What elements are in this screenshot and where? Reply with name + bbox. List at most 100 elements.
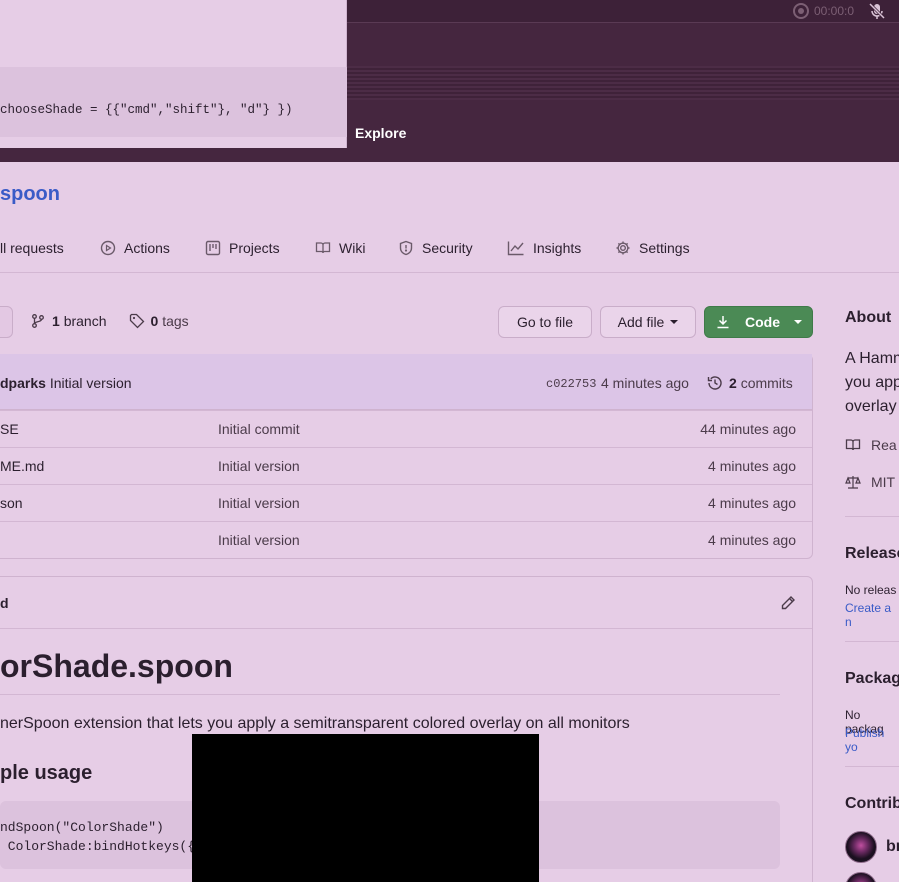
commit-label: commits	[740, 375, 793, 391]
history-icon	[707, 375, 723, 391]
play-circle-icon	[100, 240, 116, 256]
create-release-link[interactable]: Create a n	[845, 601, 899, 629]
record-icon	[793, 3, 809, 19]
readme-file-label: d	[0, 595, 9, 611]
tab-settings[interactable]: Settings	[615, 240, 690, 256]
sidebar-divider	[845, 766, 899, 767]
go-to-file-button[interactable]: Go to file	[498, 306, 592, 338]
tab-label: Insights	[533, 240, 582, 256]
graph-icon	[507, 240, 525, 256]
file-name[interactable]: son	[0, 495, 23, 511]
file-name[interactable]: ME.md	[0, 458, 44, 474]
file-commit-time: 4 minutes ago	[708, 495, 796, 511]
table-row	[0, 447, 812, 484]
shield-icon	[398, 240, 414, 256]
download-icon	[715, 314, 731, 330]
readme-usage-heading: ple usage	[0, 762, 93, 784]
tab-wiki[interactable]: Wiki	[315, 240, 365, 256]
readme-description: nerSpoon extension that lets you apply a…	[0, 715, 630, 732]
add-file-button[interactable]: Add file	[600, 306, 696, 338]
tag-label: tags	[162, 313, 189, 329]
about-title: About	[845, 309, 892, 326]
avatar[interactable]	[845, 872, 877, 882]
about-line: overlay	[845, 398, 897, 415]
popup-code-line: chooseShade = {{"cmd","shift"}, "d"} })	[0, 67, 347, 137]
caret-down-icon	[794, 320, 802, 324]
file-commit-message[interactable]: Initial version	[218, 495, 300, 511]
go-to-file-label: Go to file	[516, 314, 574, 330]
book-icon	[845, 437, 861, 453]
about-description: A Hamm you app overlay	[845, 347, 899, 419]
recording-time: 00:00:0	[814, 4, 855, 18]
branch-count: 1	[52, 313, 60, 329]
gear-icon	[615, 240, 631, 256]
commit-time: 4 minutes ago	[601, 375, 689, 391]
mic-muted-icon[interactable]	[868, 2, 886, 20]
tabs-divider	[0, 272, 899, 273]
releases-title[interactable]: Release	[845, 545, 899, 563]
packages-title[interactable]: Packag	[845, 670, 899, 688]
commit-author[interactable]: dparks	[0, 375, 46, 391]
table-row	[0, 410, 812, 447]
code-label: Code	[745, 314, 780, 330]
file-commit-message[interactable]: Initial version	[218, 532, 300, 548]
tab-label: Projects	[229, 240, 280, 256]
commit-hash[interactable]: c022753	[546, 377, 596, 391]
tag-count: 0	[150, 313, 159, 329]
tag-icon	[129, 313, 145, 329]
book-icon	[315, 240, 331, 256]
tab-projects[interactable]: Projects	[205, 240, 280, 256]
sidebar-divider	[845, 641, 899, 642]
repo-name-link[interactable]: spoon	[0, 183, 60, 206]
tab-security[interactable]: Security	[398, 240, 473, 256]
publish-package-link[interactable]: Publish yo	[845, 726, 899, 754]
recording-indicator[interactable]: 00:00:0	[793, 3, 854, 19]
law-scale-icon	[845, 474, 861, 490]
branch-tag-summary: 1 branch 0 tags	[30, 313, 189, 329]
tab-label: ll requests	[0, 240, 64, 256]
commit-count: 2	[729, 375, 737, 391]
readme-heading: orShade.spoon	[0, 648, 233, 684]
license-link[interactable]: MIT	[845, 474, 895, 490]
code-button[interactable]: Code	[704, 306, 813, 338]
sidebar-divider	[845, 516, 899, 517]
about-line: A Hamm	[845, 350, 899, 367]
pencil-icon[interactable]	[780, 595, 796, 611]
table-row	[0, 521, 812, 558]
file-commit-time: 4 minutes ago	[708, 532, 796, 548]
branches-link[interactable]: 1 branch	[52, 313, 107, 329]
header-search-band	[347, 66, 899, 100]
git-branch-icon	[30, 313, 46, 329]
readme-header-divider	[0, 628, 812, 629]
branch-select-button[interactable]	[0, 306, 13, 338]
nav-explore-link[interactable]: Explore	[355, 125, 406, 141]
commit-message[interactable]: Initial version	[50, 375, 132, 391]
releases-text: No releas	[845, 583, 897, 597]
file-commit-time: 44 minutes ago	[700, 421, 796, 437]
tab-pull-requests[interactable]: ll requests	[0, 240, 64, 256]
tab-label: Settings	[639, 240, 690, 256]
latest-commit-summary: dparks Initial version	[0, 375, 132, 391]
license-label: MIT	[871, 474, 896, 490]
add-file-label: Add file	[617, 314, 665, 330]
file-commit-time: 4 minutes ago	[708, 458, 796, 474]
tags-link[interactable]: 0 tags	[151, 313, 189, 329]
tab-actions[interactable]: Actions	[100, 240, 170, 256]
readme-link[interactable]: Rea	[845, 437, 897, 453]
file-commit-message[interactable]: Initial commit	[218, 421, 300, 437]
branch-label: branch	[63, 313, 107, 329]
commits-history-link[interactable]: 2 commits	[707, 375, 793, 391]
about-line: you app	[845, 374, 899, 391]
contributor-name: br	[886, 838, 899, 855]
tab-label: Wiki	[339, 240, 366, 256]
table-row	[0, 484, 812, 521]
tab-label: Security	[422, 240, 473, 256]
caret-down-icon	[670, 320, 679, 324]
project-board-icon	[205, 240, 221, 256]
file-name[interactable]: SE	[0, 421, 19, 437]
contributors-title[interactable]: Contrib	[845, 795, 899, 813]
readme-link-label: Rea	[871, 437, 897, 453]
contributor-item[interactable]: br	[845, 831, 899, 863]
file-commit-message[interactable]: Initial version	[218, 458, 300, 474]
tab-insights[interactable]: Insights	[507, 240, 581, 256]
